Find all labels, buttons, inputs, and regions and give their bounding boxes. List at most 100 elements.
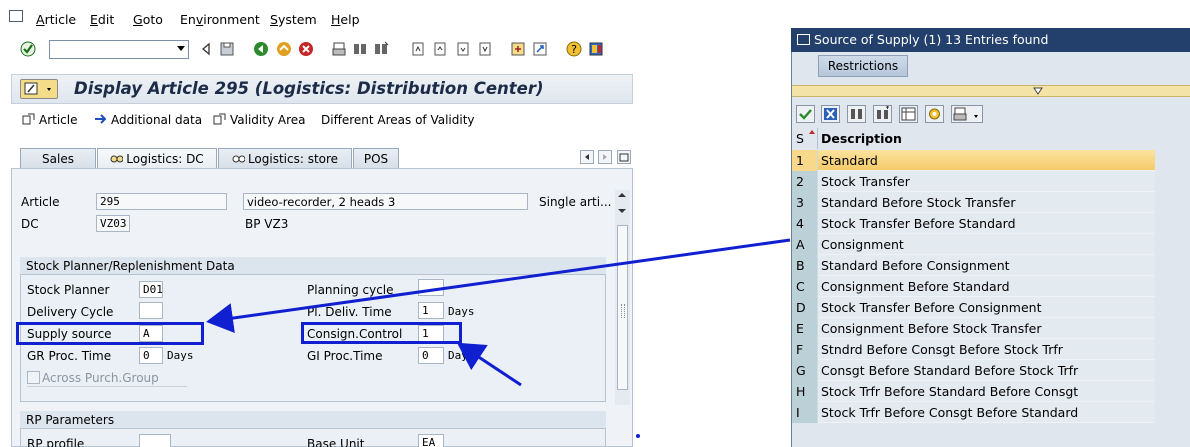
last-page-icon[interactable] (477, 41, 493, 57)
tab-next-button[interactable] (598, 150, 612, 164)
planning-cycle-field[interactable] (418, 279, 444, 296)
cancel-icon[interactable] (298, 41, 314, 57)
list-item[interactable]: E Consignment Before Stock Transfer (792, 318, 1155, 339)
restrictions-button[interactable] (899, 105, 918, 123)
list-item[interactable]: 2 Stock Transfer (792, 171, 1155, 192)
pl-deliv-time-label: Pl. Deliv. Time (307, 305, 392, 319)
back-icon[interactable] (253, 41, 269, 57)
column-header-description[interactable]: Description (821, 131, 902, 146)
dc-field[interactable]: VZ03 (96, 215, 130, 232)
tab-list-button[interactable] (617, 150, 631, 164)
tab-label: Logistics: store (247, 152, 339, 166)
article-button-label: Article (39, 113, 78, 127)
continue-button[interactable] (796, 105, 815, 123)
list-item-key: 4 (792, 213, 818, 234)
across-purch-group-checkbox[interactable] (27, 371, 40, 384)
pl-deliv-time-field[interactable]: 1 (418, 302, 444, 319)
enter-check-icon[interactable] (20, 41, 36, 57)
column-header-s[interactable]: S (796, 131, 804, 146)
customize-layout-icon[interactable] (588, 41, 604, 57)
stock-planner-field[interactable]: D01 (139, 281, 163, 298)
cancel-button[interactable] (821, 105, 840, 123)
menu-system[interactable]: System (270, 12, 317, 27)
list-item[interactable]: 1 Standard (792, 150, 1155, 171)
menu-help[interactable]: Help (331, 12, 360, 27)
list-item[interactable]: G Consgt Before Standard Before Stock Trf… (792, 360, 1155, 381)
back-arrow-icon[interactable] (198, 41, 214, 57)
additional-data-button[interactable]: Additional data (94, 113, 202, 127)
svg-text:?: ? (571, 43, 577, 56)
list-item-key: 3 (792, 192, 818, 213)
article-icon (213, 113, 226, 125)
gr-proc-time-field[interactable]: 0 (139, 347, 163, 364)
gi-proc-time-field[interactable]: 0 (418, 347, 444, 364)
close-icon (824, 108, 837, 120)
print-button[interactable] (951, 105, 983, 123)
list-item[interactable]: F Stndrd Before Consgt Before Stock Trfr (792, 339, 1155, 360)
list-item-key: C (792, 276, 818, 297)
window-menu-icon[interactable] (9, 10, 23, 22)
gi-proc-time-label: GI Proc.Time (307, 349, 383, 363)
sort-ascending-icon (809, 130, 815, 134)
tab-sales[interactable]: Sales (20, 148, 96, 169)
shortcut-icon[interactable] (532, 41, 548, 57)
popup-title: Source of Supply (1) 13 Entries found (814, 32, 1049, 47)
next-page-icon[interactable] (455, 41, 471, 57)
replenishment-group-title: Stock Planner/Replenishment Data (20, 257, 606, 275)
delivery-cycle-field[interactable] (139, 302, 163, 319)
list-item-description: Stock Transfer Before Standard (818, 213, 1155, 234)
find-icon[interactable] (352, 41, 368, 57)
menu-article[interactable]: Article (36, 12, 76, 27)
list-item[interactable]: H Stock Trfr Before Standard Before Consg… (792, 381, 1155, 402)
restrictions-collapse-bar[interactable] (792, 85, 1190, 97)
list-item[interactable]: 3 Standard Before Stock Transfer (792, 192, 1155, 213)
help-icon[interactable]: ? (566, 41, 582, 57)
article-icon (22, 113, 35, 125)
list-item[interactable]: B Standard Before Consignment (792, 255, 1155, 276)
menu-edit[interactable]: Edit (90, 12, 114, 27)
page-title: Display Article 295 (Logistics: Distribu… (74, 79, 544, 98)
list-item-description: Stock Trfr Before Standard Before Consgt (818, 381, 1155, 402)
command-field[interactable] (49, 40, 189, 59)
find-next-icon[interactable] (373, 41, 389, 57)
table-settings-icon (901, 107, 916, 121)
find-button[interactable] (847, 105, 866, 123)
print-icon[interactable] (331, 41, 347, 57)
splitter-handle[interactable] (621, 304, 625, 318)
article-field[interactable]: 295 (96, 193, 227, 210)
first-page-icon[interactable] (410, 41, 426, 57)
tab-prev-button[interactable] (580, 150, 594, 164)
list-item[interactable]: C Consignment Before Standard (792, 276, 1155, 297)
collapse-triangle-icon[interactable] (1032, 86, 1044, 96)
article-button[interactable]: Article (22, 113, 78, 127)
previous-page-icon[interactable] (432, 41, 448, 57)
scroll-up-icon[interactable] (616, 190, 628, 200)
menu-environment[interactable]: Environment (180, 12, 260, 27)
tab-logistics-dc[interactable]: Logistics: DC (97, 148, 217, 169)
tab-logistics-store[interactable]: Logistics: store (218, 148, 352, 169)
validity-area-button[interactable]: Validity Area (213, 113, 306, 127)
print-icon (953, 107, 978, 121)
new-session-icon[interactable] (510, 41, 526, 57)
save-icon[interactable] (219, 41, 235, 57)
tab-pos[interactable]: POS (353, 148, 399, 169)
list-item[interactable]: D Stock Transfer Before Consignment (792, 297, 1155, 318)
list-item[interactable]: 4 Stock Transfer Before Standard (792, 213, 1155, 234)
article-description-field[interactable]: video-recorder, 2 heads 3 (243, 193, 528, 210)
list-item[interactable]: A Consignment (792, 234, 1155, 255)
list-item-description: Consignment Before Standard (818, 276, 1155, 297)
check-icon (799, 109, 812, 120)
base-unit-field[interactable]: EA (418, 434, 444, 447)
different-areas-button[interactable]: Different Areas of Validity (321, 113, 475, 127)
list-item[interactable]: I Stock Trfr Before Consgt Before Standar… (792, 402, 1155, 423)
menu-goto[interactable]: Goto (133, 12, 163, 27)
window-menu-icon[interactable] (797, 34, 810, 45)
scroll-down-icon[interactable] (616, 206, 628, 216)
exit-icon[interactable] (276, 41, 292, 57)
tab-restrictions[interactable]: Restrictions (818, 55, 908, 77)
settings-button[interactable] (925, 105, 944, 123)
chevron-down-icon[interactable] (177, 46, 185, 51)
rp-profile-field[interactable] (139, 434, 171, 447)
display-change-button[interactable] (20, 79, 58, 99)
find-next-button[interactable] (873, 105, 892, 123)
